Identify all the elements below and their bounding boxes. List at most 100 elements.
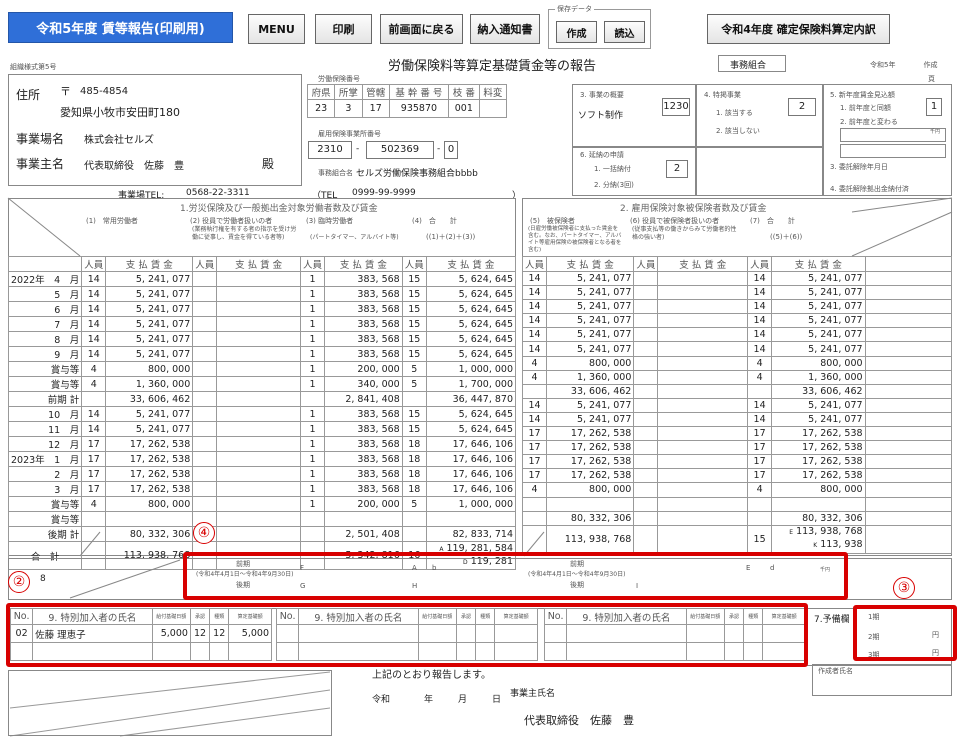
create-button[interactable]: 作成 xyxy=(556,21,597,43)
c1-amount: 80, 332, 306 xyxy=(105,526,194,542)
table-row: 14 5, 241, 077 14 5, 241, 077 xyxy=(521,341,953,357)
shiharai-header: 支 払 賃 金 xyxy=(105,256,194,272)
row-label: 12 月 xyxy=(7,436,83,452)
row-label: 前期 計 xyxy=(7,391,83,407)
c5-count: 14 xyxy=(521,411,548,428)
c3-count: 1 xyxy=(299,301,326,317)
c7-amount: 1, 360, 000 xyxy=(771,369,866,385)
insurance-number-table: 府県 所掌 管轄 基 幹 番 号 枝 番 料変 23 3 17 935870 0… xyxy=(306,84,508,118)
c3-amount: 383, 568 xyxy=(324,451,403,467)
menu-button[interactable]: MENU xyxy=(248,14,305,44)
c4-amount: 5, 624, 645 xyxy=(425,301,517,317)
c4-count: 5 xyxy=(401,496,427,512)
postal-code: 485-4854 xyxy=(80,86,129,97)
c3-count: 1 xyxy=(299,376,326,392)
c2-amount xyxy=(216,436,301,452)
c7-count: 14 xyxy=(747,397,773,413)
enno-option-1: 1. 一括納付 xyxy=(594,165,631,173)
diagonal-cell xyxy=(864,397,953,413)
employment-number-1: 2310 xyxy=(308,141,352,159)
c7-count: 17 xyxy=(747,440,773,456)
c7-amount: 5, 241, 077 xyxy=(771,341,866,357)
row-label: 8 月 xyxy=(7,331,83,347)
print-button[interactable]: 印刷 xyxy=(315,14,372,44)
c2-amount xyxy=(216,361,301,377)
c7-amount: 17, 262, 538 xyxy=(771,468,866,484)
table-unit-row: 人員支 払 賃 金人員支 払 賃 金人員支 払 賃 金 xyxy=(521,256,953,272)
notice-button[interactable]: 納入通知書 xyxy=(470,14,540,44)
c4-count: 18 xyxy=(401,436,427,452)
c3-amount: 383, 568 xyxy=(324,286,403,302)
right-data-table: 人員支 払 賃 金人員支 払 賃 金人員支 払 賃 金 14 5, 241, 077… xyxy=(521,256,953,554)
table-row: 後期 計 80, 332, 306 2, 501, 408 82, 833, 714 xyxy=(7,526,517,542)
shiharai-header: 支 払 賃 金 xyxy=(771,256,866,272)
table-row: 17 17, 262, 538 17 17, 262, 538 xyxy=(521,468,953,484)
c7-count: 17 xyxy=(747,468,773,484)
save-data-label: 保存データ xyxy=(555,4,594,14)
c5-count: 14 xyxy=(521,397,548,413)
c2-count xyxy=(192,301,218,317)
c7-amount xyxy=(771,496,866,512)
c2-amount xyxy=(216,391,301,407)
c2-count xyxy=(192,466,218,482)
c2-count xyxy=(192,331,218,347)
badge-4: ④ xyxy=(193,522,215,544)
union-tel: 0999-99-9999 xyxy=(352,188,416,198)
c5-count: 14 xyxy=(521,270,548,287)
c1-amount: 5, 241, 077 xyxy=(105,346,194,362)
c7-amount: 17, 262, 538 xyxy=(771,440,866,456)
row-label: 2022年 4 月 xyxy=(7,271,83,287)
c3-amount: 383, 568 xyxy=(324,301,403,317)
dono-label: 殿 xyxy=(262,157,275,171)
c3-count: 1 xyxy=(299,496,326,512)
table-row: 14 5, 241, 077 14 5, 241, 077 xyxy=(521,327,953,343)
c4-count: 18 xyxy=(401,466,427,482)
col2-subheader: (業務執行権を有する者の指示を受け労働に従事し、賃金を得ている者等) xyxy=(192,226,297,241)
c6-count xyxy=(633,411,659,428)
load-button[interactable]: 読込 xyxy=(604,21,645,43)
table-row: 17 17, 262, 538 17 17, 262, 538 xyxy=(521,454,953,470)
col3-subheader: (パートタイマー、アルバイト等) xyxy=(310,234,399,241)
ninzu-header: 人員 xyxy=(747,256,773,272)
title-button[interactable]: 令和5年度 賃等報告(印刷用) xyxy=(8,12,233,43)
insurance-value: 17 xyxy=(361,99,390,118)
totals-c7: E 113, 938, 768 K 113, 938 xyxy=(771,524,866,554)
mark: E xyxy=(789,529,794,537)
totals-c5: 113, 938, 768 xyxy=(546,524,635,554)
c1-amount: 5, 241, 077 xyxy=(105,316,194,332)
c2-amount xyxy=(216,271,301,287)
c4-count: 15 xyxy=(401,286,427,302)
c6-count xyxy=(633,383,659,399)
c3-amount: 383, 568 xyxy=(324,346,403,362)
c2-amount xyxy=(216,466,301,482)
back-button[interactable]: 前画面に戻る xyxy=(380,14,463,44)
col5-header: (5) 被保険者 xyxy=(530,217,575,225)
c3-amount: 383, 568 xyxy=(324,481,403,497)
row-label: 賞与等 xyxy=(7,511,83,527)
c3-count xyxy=(299,526,326,542)
highlight-yobi xyxy=(853,605,957,661)
diagonal-cell xyxy=(864,327,953,343)
c6-amount xyxy=(657,299,749,315)
c1-amount: 5, 241, 077 xyxy=(105,406,194,422)
table-row: 3 月 17 17, 262, 538 1 383, 568 18 17, 646, 106 xyxy=(7,481,517,497)
row-label: 3 月 xyxy=(7,481,83,497)
highlight-row8 xyxy=(183,552,848,600)
c2-count xyxy=(192,316,218,332)
c2-amount xyxy=(216,481,301,497)
divider xyxy=(822,84,824,196)
c2-count xyxy=(192,271,218,287)
diagonal-cell xyxy=(864,454,953,470)
c2-amount xyxy=(216,331,301,347)
address-value: 愛知県小牧市安田町180 xyxy=(60,106,180,119)
c7-count: 4 xyxy=(747,369,773,385)
c1-count xyxy=(81,511,107,527)
insurance-value: 23 xyxy=(306,99,336,118)
c5-amount: 5, 241, 077 xyxy=(546,327,635,343)
form-number: 組織様式第5号 xyxy=(10,63,57,71)
c3-count: 1 xyxy=(299,481,326,497)
c6-amount xyxy=(657,327,749,343)
c4-count: 18 xyxy=(401,481,427,497)
c6-count xyxy=(633,440,659,456)
prev-year-button[interactable]: 令和4年度 確定保険料算定内訳 xyxy=(707,14,890,44)
